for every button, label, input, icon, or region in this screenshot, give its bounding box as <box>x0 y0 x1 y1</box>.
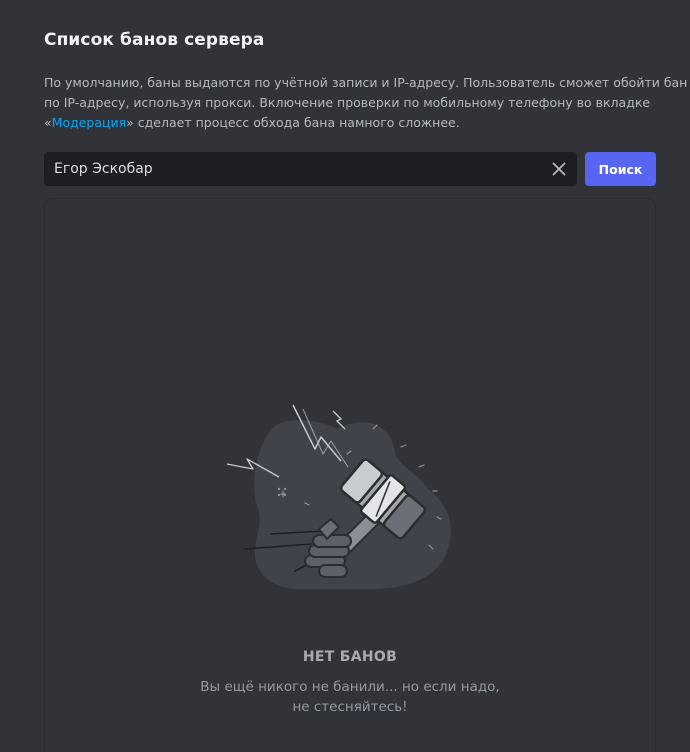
empty-state-subtitle-line-2: не стесняйтесь! <box>292 699 408 715</box>
server-ban-list-page: Список банов сервера По умолчанию, баны … <box>0 0 690 752</box>
search-button[interactable]: Поиск <box>585 152 656 186</box>
ban-hammer-illustration <box>223 399 483 599</box>
quote-open: « <box>44 115 52 130</box>
ban-description: По умолчанию, баны выдаются по учётной з… <box>44 73 688 133</box>
description-line-3-suffix: » сделает процесс обхода бана намного сл… <box>126 115 460 130</box>
description-line-1: По умолчанию, баны выдаются по учётной з… <box>44 75 688 90</box>
ban-list-panel: НЕТ БАНОВ Вы ещё никого не банили... но … <box>44 198 656 752</box>
empty-state-title: НЕТ БАНОВ <box>302 649 398 665</box>
close-icon[interactable] <box>547 157 571 181</box>
search-row: Поиск <box>44 152 656 186</box>
search-box <box>44 152 577 186</box>
description-line-3: «Модерация» сделает процесс обхода бана … <box>44 113 649 133</box>
search-input[interactable] <box>44 152 534 186</box>
description-line-2: по IP-адресу, используя прокси. Включени… <box>44 95 651 110</box>
empty-state-subtitle: Вы ещё никого не банили... но если надо,… <box>45 677 655 717</box>
page-title: Список банов сервера <box>44 30 265 50</box>
empty-state-subtitle-line-1: Вы ещё никого не банили... но если надо, <box>200 679 500 695</box>
moderation-link[interactable]: Модерация <box>52 115 127 130</box>
